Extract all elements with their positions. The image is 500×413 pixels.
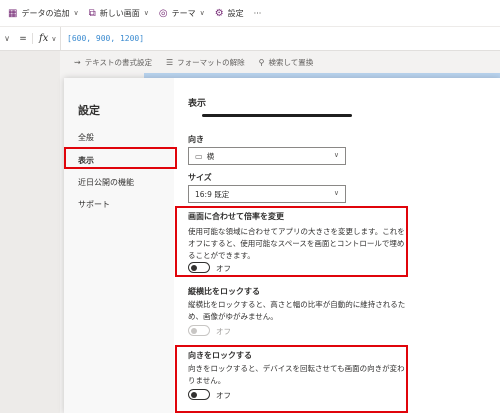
scale-to-fit-toggle[interactable] <box>188 262 210 273</box>
formula-input[interactable]: [600, 900, 1200] <box>60 27 144 50</box>
toggle-knob <box>191 264 197 271</box>
nav-item-general[interactable]: 全般 <box>78 132 94 143</box>
text-format-button[interactable]: ⇝ テキストの書式設定 <box>74 57 152 68</box>
add-data-button[interactable]: ▦ データの追加 ∨ <box>0 0 84 26</box>
toggle-knob <box>191 391 197 398</box>
landscape-icon: ▭ <box>195 151 203 161</box>
orientation-value: 横 <box>206 151 215 161</box>
orientation-dropdown[interactable]: ▭ 横 ∨ <box>188 147 346 165</box>
text-format-label: テキストの書式設定 <box>84 57 152 67</box>
orientation-label: 向き <box>188 135 204 144</box>
more-icon: ··· <box>253 8 262 18</box>
lock-orientation-description: 向きをロックすると、デバイスを回転させても画面の向きが変わりません。 <box>188 364 405 385</box>
format-icon: ⇝ <box>74 57 81 67</box>
chevron-down-icon: ∨ <box>51 34 57 43</box>
command-bar: ▦ データの追加 ∨ ⧉ 新しい画面 ∨ ◎ テーマ ∨ ⚙ 設定 ··· <box>0 0 500 27</box>
clear-format-icon: ☰ <box>165 57 174 67</box>
new-screen-icon: ⧉ <box>88 7 96 19</box>
settings-dialog: 設定 全般 表示 近日公開の機能 サポート 表示 向き ▭ 横 ∨ サイズ 16… <box>64 78 500 413</box>
chevron-down-icon[interactable]: ∨ <box>0 34 14 43</box>
formula-bar: ∨ = fx ∨ [600, 900, 1200] <box>0 27 500 51</box>
dialog-title: 設定 <box>78 104 100 117</box>
nav-item-display[interactable]: 表示 <box>78 155 94 166</box>
lock-orientation-state: オフ <box>216 391 231 400</box>
function-button[interactable]: fx ∨ <box>32 33 60 44</box>
new-screen-button[interactable]: ⧉ 新しい画面 ∨ <box>84 0 154 26</box>
database-icon: ▦ <box>8 7 18 19</box>
find-replace-label: 検索して置換 <box>268 57 314 67</box>
theme-button[interactable]: ◎ テーマ ∨ <box>154 0 210 26</box>
scale-to-fit-description: 使用可能な領域に合わせてアプリの大きさを変更します。これをオフにすると、使用可能… <box>188 227 405 260</box>
size-label: サイズ <box>188 173 212 182</box>
lock-orientation-toggle[interactable] <box>188 389 210 400</box>
lock-aspect-label: 縦横比をロックする <box>188 287 260 296</box>
tree-view-pane <box>0 51 60 413</box>
nav-item-support[interactable]: サポート <box>78 199 110 210</box>
lock-aspect-state: オフ <box>216 327 231 336</box>
lock-aspect-toggle[interactable] <box>188 325 210 336</box>
settings-button[interactable]: ⚙ 設定 <box>210 0 249 26</box>
chevron-down-icon: ∨ <box>333 189 339 197</box>
settings-label: 設定 <box>227 8 244 18</box>
toggle-knob <box>191 327 197 334</box>
clear-format-button[interactable]: ☰ フォーマットの解除 <box>166 57 245 68</box>
chevron-down-icon: ∨ <box>143 9 149 17</box>
chevron-down-icon: ∨ <box>333 151 339 159</box>
fx-icon: fx <box>39 33 49 44</box>
search-icon: ⚲ <box>258 57 265 67</box>
clear-format-label: フォーマットの解除 <box>177 57 245 67</box>
lock-orientation-label: 向きをロックする <box>188 351 252 360</box>
chevron-down-icon: ∨ <box>199 9 205 17</box>
scroll-indicator[interactable] <box>202 114 352 117</box>
more-button[interactable]: ··· <box>249 0 267 26</box>
find-replace-button[interactable]: ⚲ 検索して置換 <box>259 57 314 68</box>
theme-label: テーマ <box>171 8 196 18</box>
nav-item-upcoming-features[interactable]: 近日公開の機能 <box>78 177 134 188</box>
add-data-label: データの追加 <box>21 8 70 18</box>
lock-aspect-description: 縦横比をロックすると、高さと幅の比率が自動的に維持されるため、画像がゆがみません… <box>188 300 406 321</box>
scale-to-fit-label: 画面に合わせて倍率を変更 <box>188 212 284 221</box>
size-dropdown[interactable]: 16:9 既定 ∨ <box>188 185 346 203</box>
text-toolbar: ⇝ テキストの書式設定 ☰ フォーマットの解除 ⚲ 検索して置換 <box>60 52 500 72</box>
scale-to-fit-state: オフ <box>216 264 231 273</box>
settings-content: 表示 向き ▭ 横 ∨ サイズ 16:9 既定 ∨ 画面に合わせて倍率を変更 使… <box>188 78 488 413</box>
size-value: 16:9 既定 <box>195 189 230 199</box>
chevron-down-icon: ∨ <box>73 9 79 17</box>
new-screen-label: 新しい画面 <box>99 8 140 18</box>
settings-nav: 設定 全般 表示 近日公開の機能 サポート <box>64 78 174 413</box>
gear-icon: ⚙ <box>214 7 224 19</box>
section-title: 表示 <box>188 99 207 109</box>
equals-sign: = <box>19 33 27 44</box>
palette-icon: ◎ <box>158 7 168 19</box>
